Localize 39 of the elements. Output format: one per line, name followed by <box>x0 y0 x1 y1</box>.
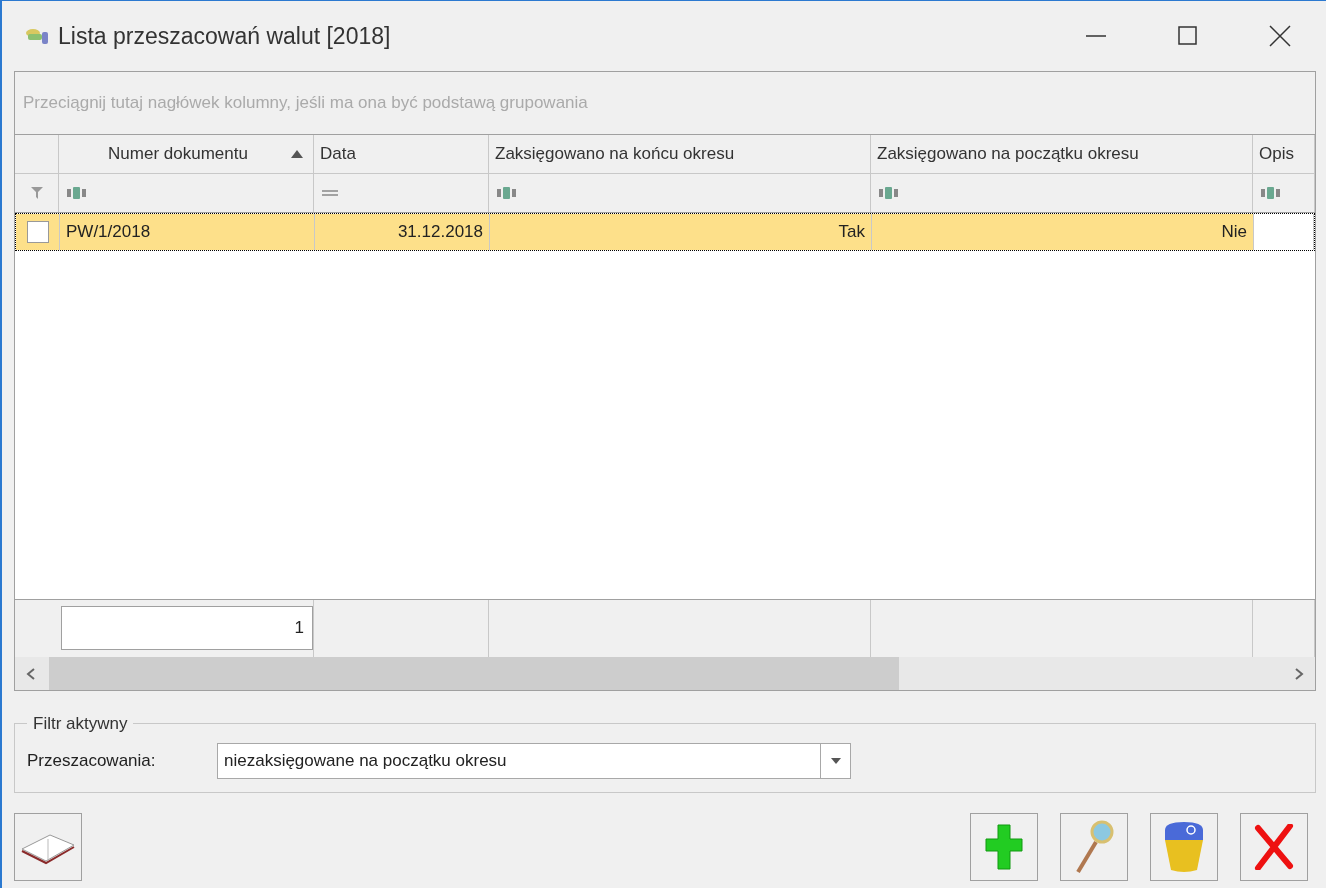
text-filter-icon <box>1261 186 1281 200</box>
text-filter-icon <box>879 186 899 200</box>
table-cell: Tak <box>490 214 872 250</box>
row-count-summary: 1 <box>61 606 313 650</box>
trash-bin-icon <box>1163 820 1205 874</box>
scrollbar-thumb[interactable] <box>49 657 899 690</box>
magnifier-icon <box>1074 820 1114 874</box>
window-title: Lista przeszacowań walut [2018] <box>58 21 391 51</box>
column-header[interactable]: Opis <box>1253 135 1315 173</box>
scroll-left-icon[interactable] <box>25 666 37 681</box>
text-filter-icon <box>497 186 517 200</box>
filter-icon[interactable] <box>30 187 43 199</box>
help-book-button[interactable] <box>14 813 82 881</box>
column-header[interactable]: Data <box>314 135 489 173</box>
table-cell: 31.12.2018 <box>315 214 490 250</box>
caret-icon[interactable] <box>830 757 841 764</box>
close-icon <box>1269 25 1291 47</box>
group-title: Filtr aktywny <box>32 713 129 735</box>
scroll-right-icon[interactable] <box>1293 666 1305 681</box>
column-header[interactable]: Numer dokumentu <box>59 135 314 173</box>
delete-button[interactable] <box>1150 813 1218 881</box>
close-window-button[interactable] <box>1240 813 1308 881</box>
table-cell: Nie <box>872 214 1254 250</box>
equals-filter-icon <box>322 189 338 197</box>
preview-button[interactable] <box>1060 813 1128 881</box>
plus-icon <box>984 823 1024 871</box>
field-label: Przeszacowania: <box>27 749 157 772</box>
x-mark-icon <box>1254 824 1294 870</box>
row-checkbox[interactable] <box>26 221 49 243</box>
column-header[interactable]: Zaksięgowano na początku okresu <box>871 135 1253 173</box>
horizontal-scrollbar[interactable] <box>15 657 1315 690</box>
column-header[interactable]: Zaksięgowano na końcu okresu <box>489 135 871 173</box>
dropdown[interactable]: niezaksięgowane na początku okresu <box>217 742 851 779</box>
add-button[interactable] <box>970 813 1038 881</box>
minimize-icon <box>1086 35 1106 37</box>
maximize-icon <box>1178 26 1198 46</box>
text-filter-icon <box>67 186 87 200</box>
table-cell: PW/1/2018 <box>60 214 315 250</box>
group-panel-hint: Przeciągnij tutaj nagłówek kolumny, jeśli ma ona być podstawą grupowania <box>23 92 588 115</box>
